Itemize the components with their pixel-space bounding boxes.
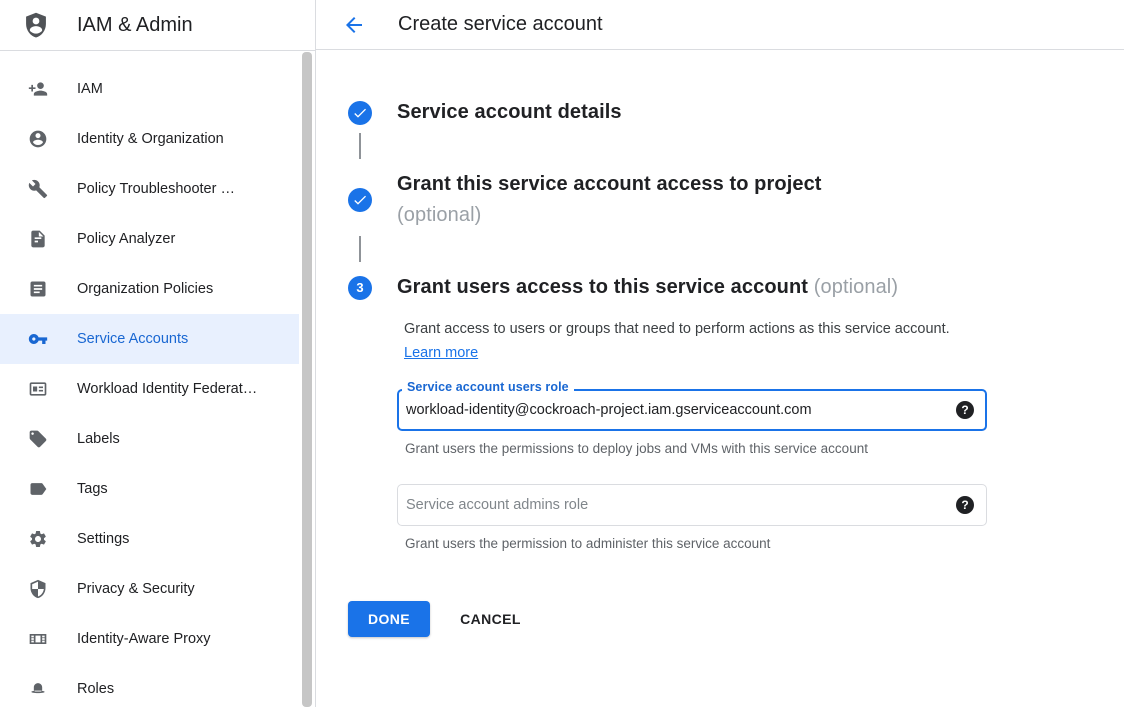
- person-add-icon: [28, 79, 48, 99]
- admins-role-helper-text: Grant users the permission to administer…: [405, 536, 987, 551]
- sidebar-item-tags[interactable]: Tags: [0, 464, 299, 514]
- users-role-helper-text: Grant users the permissions to deploy jo…: [405, 441, 987, 456]
- help-icon[interactable]: ?: [956, 401, 974, 419]
- sidebar-item-policy-analyzer[interactable]: Policy Analyzer: [0, 214, 299, 264]
- service-account-users-role-input[interactable]: [397, 389, 987, 431]
- step-3-title: Grant users access to this service accou…: [397, 276, 808, 298]
- iam-shield-person-icon: [22, 10, 50, 40]
- sidebar-nav: IAM Identity & Organization Policy Troub…: [0, 51, 315, 714]
- price-tag-icon: [28, 429, 48, 449]
- cancel-button[interactable]: CANCEL: [460, 611, 521, 627]
- gear-icon: [28, 529, 48, 549]
- main-panel: Create service account Service account d…: [316, 0, 1124, 707]
- form-actions: DONE CANCEL: [348, 601, 1124, 637]
- id-card-icon: [28, 379, 48, 399]
- app-window: IAM & Admin IAM Identity & Organization …: [0, 0, 1124, 707]
- learn-more-link[interactable]: Learn more: [404, 345, 478, 361]
- step-1-title: Service account details: [397, 97, 622, 128]
- step-connector: [359, 133, 361, 159]
- sidebar-item-identity-aware-proxy[interactable]: Identity-Aware Proxy: [0, 614, 299, 664]
- shield-icon: [28, 579, 48, 599]
- step-2-optional-label: (optional): [397, 204, 481, 226]
- users-role-label: Service account users role: [402, 380, 574, 394]
- policy-analyzer-doc-icon: [28, 229, 48, 249]
- sidebar-item-workload-identity-federat[interactable]: Workload Identity Federat…: [0, 364, 299, 414]
- arrow-back-icon: [342, 13, 366, 37]
- sidebar-item-organization-policies[interactable]: Organization Policies: [0, 264, 299, 314]
- step-3-number-badge: 3: [348, 276, 372, 300]
- step-complete-check-icon: [348, 101, 372, 125]
- tag-arrow-icon: [28, 479, 48, 499]
- topbar: Create service account: [316, 0, 1124, 50]
- sidebar-scrollbar: [302, 52, 313, 707]
- sidebar-item-policy-troubleshooter[interactable]: Policy Troubleshooter …: [0, 164, 299, 214]
- wrench-icon: [28, 179, 48, 199]
- step-description: Grant access to users or groups that nee…: [404, 317, 952, 365]
- done-button[interactable]: DONE: [348, 601, 430, 637]
- back-button[interactable]: [342, 13, 366, 37]
- sidebar-item-privacy-security[interactable]: Privacy & Security: [0, 564, 299, 614]
- hat-icon: [28, 679, 48, 699]
- sidebar-item-service-accounts[interactable]: Service Accounts: [0, 314, 299, 364]
- product-title: IAM & Admin: [77, 14, 193, 37]
- create-service-account-form: Service account details Grant this servi…: [316, 50, 1124, 637]
- sidebar-item-iam[interactable]: IAM: [0, 64, 299, 114]
- sidebar-scrollbar-thumb[interactable]: [302, 52, 312, 707]
- help-icon[interactable]: ?: [956, 496, 974, 514]
- step-connector: [359, 236, 361, 262]
- service-account-admins-role-input[interactable]: [397, 484, 987, 526]
- service-account-admins-role-field: ? Grant users the permission to administ…: [397, 484, 987, 551]
- step-2-title: Grant this service account access to pro…: [397, 173, 822, 195]
- account-circle-icon: [28, 129, 48, 149]
- step-complete-check-icon: [348, 188, 372, 212]
- step-3-optional-label: (optional): [814, 276, 898, 298]
- service-account-users-role-field: Service account users role ? Grant users…: [397, 389, 987, 456]
- sidebar-item-identity-organization[interactable]: Identity & Organization: [0, 114, 299, 164]
- article-list-icon: [28, 279, 48, 299]
- step-grant-access-to-project: Grant this service account access to pro…: [348, 169, 1124, 231]
- sidebar-item-labels[interactable]: Labels: [0, 414, 299, 464]
- sidebar: IAM & Admin IAM Identity & Organization …: [0, 0, 316, 707]
- page-title: Create service account: [398, 13, 603, 36]
- step-grant-users-access: 3 Grant users access to this service acc…: [348, 272, 1124, 303]
- service-account-key-icon: [28, 329, 48, 349]
- sidebar-header: IAM & Admin: [0, 0, 315, 51]
- proxy-filmstrip-icon: [28, 629, 48, 649]
- step-service-account-details: Service account details: [348, 97, 1124, 128]
- sidebar-item-settings[interactable]: Settings: [0, 514, 299, 564]
